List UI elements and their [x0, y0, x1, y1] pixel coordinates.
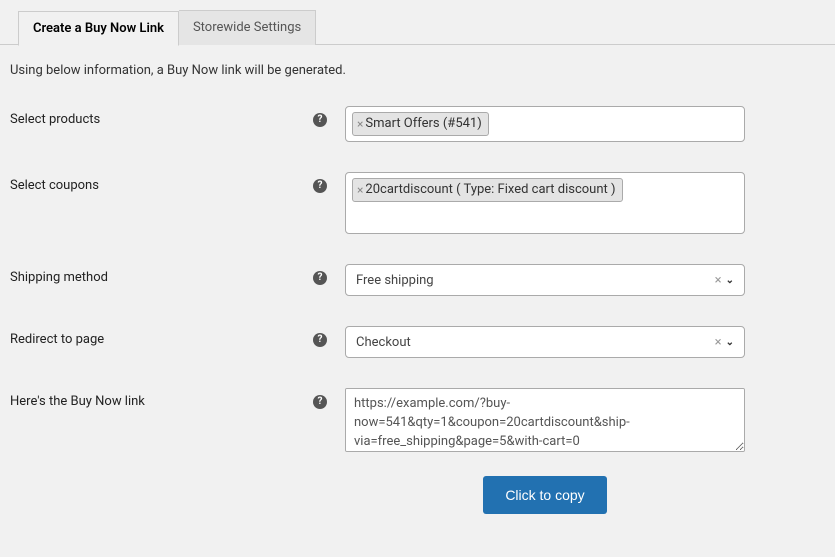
product-tag-label: Smart Offers (#541) — [365, 115, 481, 133]
redirect-value: Checkout — [356, 335, 411, 350]
generated-link-output[interactable] — [345, 388, 745, 452]
clear-icon[interactable]: × — [715, 273, 722, 288]
shipping-select[interactable]: Free shipping × ⌄ — [345, 264, 745, 296]
chevron-down-icon[interactable]: ⌄ — [726, 275, 734, 286]
tab-create-buy-now[interactable]: Create a Buy Now Link — [18, 11, 179, 46]
help-icon[interactable]: ? — [313, 333, 327, 347]
product-tag[interactable]: × Smart Offers (#541) — [352, 112, 489, 136]
coupons-input[interactable]: × 20cartdiscount ( Type: Fixed cart disc… — [345, 172, 745, 234]
tab-storewide-settings[interactable]: Storewide Settings — [179, 10, 316, 45]
intro-text: Using below information, a Buy Now link … — [10, 63, 825, 78]
clear-icon[interactable]: × — [715, 335, 722, 350]
label-select-coupons: Select coupons — [10, 178, 99, 193]
label-shipping-method: Shipping method — [10, 270, 108, 285]
redirect-select[interactable]: Checkout × ⌄ — [345, 326, 745, 358]
shipping-value: Free shipping — [356, 273, 434, 288]
close-icon[interactable]: × — [357, 116, 363, 133]
coupon-tag[interactable]: × 20cartdiscount ( Type: Fixed cart disc… — [352, 178, 623, 202]
help-icon[interactable]: ? — [313, 271, 327, 285]
products-input[interactable]: × Smart Offers (#541) — [345, 106, 745, 142]
label-buy-now-link: Here's the Buy Now link — [10, 394, 145, 409]
help-icon[interactable]: ? — [313, 179, 327, 193]
chevron-down-icon[interactable]: ⌄ — [726, 337, 734, 348]
close-icon[interactable]: × — [357, 182, 363, 199]
help-icon[interactable]: ? — [313, 113, 327, 127]
help-icon[interactable]: ? — [313, 395, 327, 409]
coupon-tag-label: 20cartdiscount ( Type: Fixed cart discou… — [365, 181, 615, 199]
label-redirect-page: Redirect to page — [10, 332, 104, 347]
copy-button[interactable]: Click to copy — [483, 476, 606, 514]
label-select-products: Select products — [10, 112, 100, 127]
